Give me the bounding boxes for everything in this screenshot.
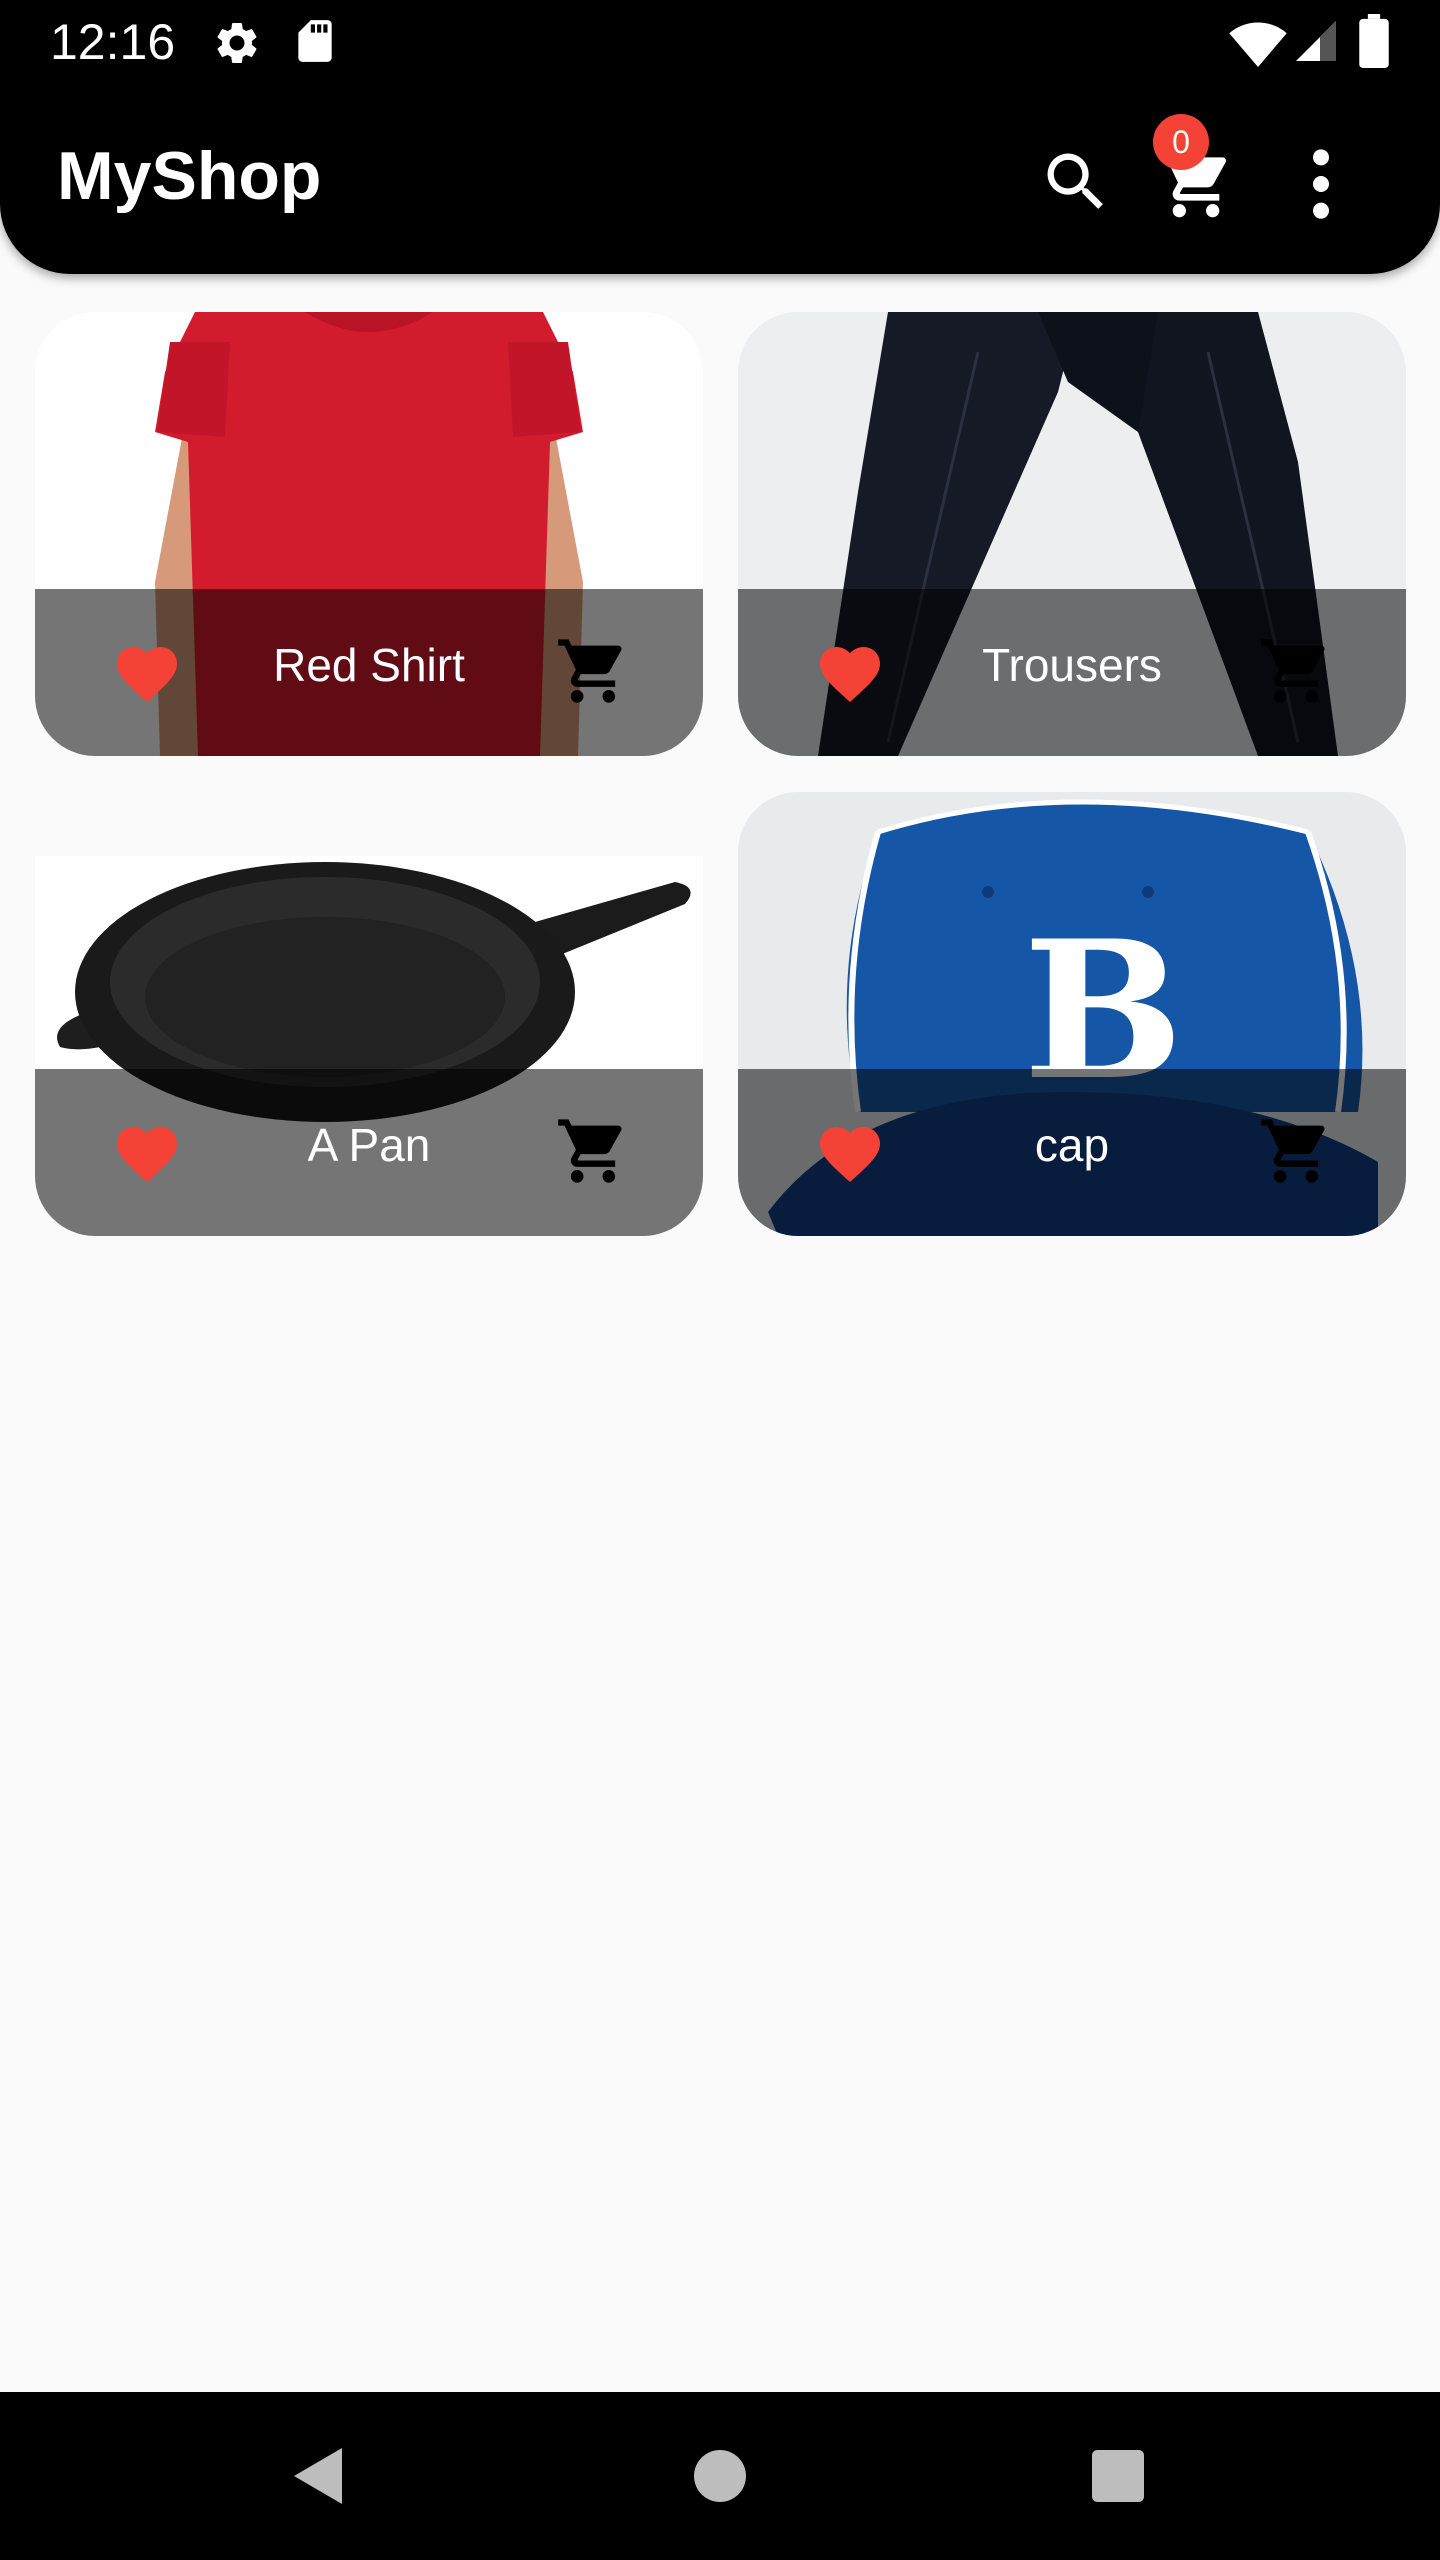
card-footer: Red Shirt [35,589,703,756]
battery-icon [1359,14,1389,68]
add-to-cart-icon[interactable] [1258,633,1334,709]
status-bar: 12:16 [0,0,1440,84]
cart-badge: 0 [1153,114,1209,170]
favorite-icon[interactable] [111,637,183,705]
product-title: A Pan [307,1119,431,1171]
recents-icon[interactable] [1092,2450,1144,2502]
product-card-trousers[interactable]: Trousers [738,312,1406,756]
favorite-icon[interactable] [814,637,886,705]
status-time: 12:16 [50,14,176,70]
product-card-pan[interactable]: A Pan [35,792,703,1236]
more-vert-icon[interactable] [1286,144,1356,224]
gear-icon [217,22,257,63]
signal-icon [1296,21,1336,61]
product-title: Red Shirt [273,639,465,691]
navigation-bar [0,2392,1440,2560]
sd-card-icon [298,20,332,62]
card-footer: cap [738,1069,1406,1236]
add-to-cart-icon[interactable] [555,1113,631,1189]
product-title: Trousers [982,639,1162,691]
back-icon[interactable] [290,2444,346,2508]
product-card-cap[interactable]: B cap [738,792,1406,1236]
app-title: MyShop [57,138,322,214]
add-to-cart-icon[interactable] [1258,1113,1334,1189]
search-icon[interactable] [1038,144,1114,220]
app-bar: MyShop [0,84,1440,274]
add-to-cart-icon[interactable] [555,633,631,709]
card-footer: A Pan [35,1069,703,1236]
product-card-red-shirt[interactable]: Red Shirt [35,312,703,756]
favorite-icon[interactable] [111,1117,183,1185]
wifi-icon [1229,22,1287,67]
favorite-icon[interactable] [814,1117,886,1185]
home-icon[interactable] [694,2450,746,2502]
card-footer: Trousers [738,589,1406,756]
product-title: cap [1034,1119,1110,1171]
